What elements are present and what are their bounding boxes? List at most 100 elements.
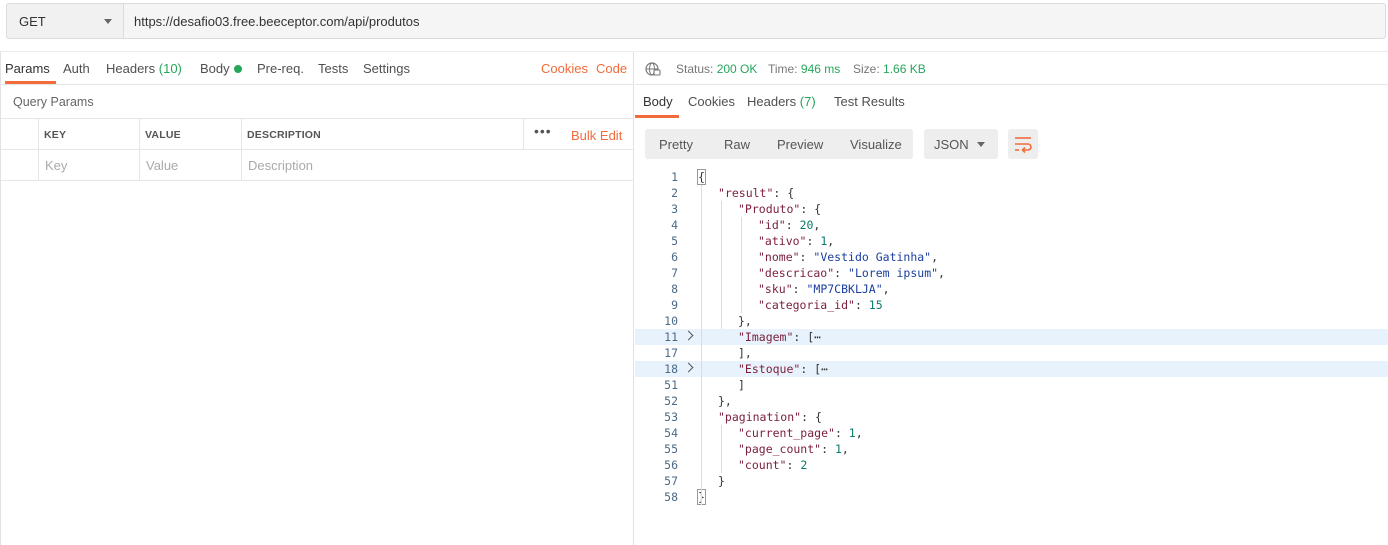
tab-params[interactable]: Params: [5, 61, 50, 76]
code-line: 4 "id": 20,: [635, 217, 1388, 233]
tab-response-body[interactable]: Body: [643, 94, 673, 109]
code-punctuation: ,: [931, 250, 939, 264]
json-key: "page_count": [738, 442, 822, 456]
wrap-lines-button[interactable]: [1008, 129, 1038, 159]
code-punctuation: :: [806, 234, 821, 248]
url-input[interactable]: https://desafio03.free.beeceptor.com/api…: [123, 3, 1386, 39]
json-key: "Produto": [738, 202, 801, 216]
code-punctuation: :: [834, 266, 849, 280]
request-pane: Params Auth Headers (10) Body Pre-req. T…: [0, 51, 634, 545]
code-punctuation: :: [821, 442, 835, 456]
json-string: "Lorem ipsum": [848, 266, 939, 280]
code-punctuation: : {: [773, 186, 795, 200]
code-line: 10},: [635, 313, 1388, 329]
body-indicator-dot: [233, 65, 242, 73]
tab-body[interactable]: Body: [200, 61, 242, 76]
json-number: 1: [848, 426, 856, 440]
json-number: 1: [834, 442, 842, 456]
line-number: 9: [671, 298, 678, 312]
view-pretty[interactable]: Pretty: [659, 137, 693, 152]
code-text: ]: [738, 377, 745, 393]
chevron-right-icon[interactable]: [683, 362, 694, 373]
column-description: DESCRIPTION: [241, 119, 523, 150]
code-line: 52},: [635, 393, 1388, 409]
line-number: 17: [664, 346, 678, 360]
code-line: 57}: [635, 473, 1388, 489]
view-mode-group: Pretty Raw Preview Visualize: [645, 129, 913, 159]
code-punctuation: :: [834, 426, 849, 440]
more-options-icon[interactable]: •••: [534, 123, 552, 139]
globe-icon[interactable]: [645, 61, 661, 77]
format-label: JSON: [934, 137, 969, 152]
line-number: 11: [664, 330, 678, 344]
line-number: 18: [664, 362, 678, 376]
chevron-down-icon: [977, 142, 985, 147]
line-number: 6: [671, 250, 678, 264]
wrap-lines-icon: [1015, 137, 1032, 154]
code-punctuation: ]: [738, 378, 745, 392]
response-pane: Status: 200 OK Time: 946 ms Size: 1.66 K…: [635, 51, 1388, 545]
code-link[interactable]: Code: [596, 61, 627, 76]
code-text: "result": {: [718, 185, 794, 201]
code-line: 1{: [635, 169, 1388, 185]
table-header-row: KEY VALUE DESCRIPTION ••• Bulk Edit: [1, 119, 634, 150]
tab-auth[interactable]: Auth: [63, 61, 90, 76]
line-number: 8: [671, 282, 678, 296]
json-string: "Vestido Gatinha": [813, 250, 932, 264]
json-key: "descricao": [758, 266, 835, 280]
code-line: 55 "page_count": 1,: [635, 441, 1388, 457]
code-line: 54 "current_page": 1,: [635, 425, 1388, 441]
tab-response-headers[interactable]: Headers (7): [747, 94, 816, 109]
code-line: 53 "pagination": {: [635, 409, 1388, 425]
code-punctuation: ,: [938, 266, 945, 280]
code-punctuation: :: [792, 282, 807, 296]
code-text: "ativo": 1,: [758, 233, 834, 249]
method-select[interactable]: GET: [6, 3, 123, 39]
json-key: "ativo": [758, 234, 807, 248]
code-text: "nome": "Vestido Gatinha",: [758, 249, 938, 265]
description-input[interactable]: Description: [241, 150, 634, 181]
key-input[interactable]: Key: [38, 150, 139, 181]
fold-ellipsis: ⋯: [814, 330, 822, 344]
view-raw[interactable]: Raw: [724, 137, 750, 152]
value-input[interactable]: Value: [139, 150, 241, 181]
bulk-edit-link[interactable]: Bulk Edit: [571, 128, 622, 143]
code-line: 17],: [635, 345, 1388, 361]
view-preview[interactable]: Preview: [777, 137, 823, 152]
code-line: 56 "count": 2: [635, 457, 1388, 473]
line-number: 53: [664, 410, 678, 424]
json-key: "categoria_id": [758, 298, 855, 312]
code-punctuation: },: [738, 314, 752, 328]
view-visualize[interactable]: Visualize: [850, 137, 902, 152]
tab-headers[interactable]: Headers (10): [106, 61, 182, 76]
json-key: "Estoque": [738, 362, 801, 376]
line-number: 7: [671, 266, 678, 280]
chevron-right-icon[interactable]: [683, 330, 694, 341]
format-select[interactable]: JSON: [924, 129, 998, 159]
request-tabs: Params Auth Headers (10) Body Pre-req. T…: [1, 52, 634, 85]
line-number: 51: [664, 378, 678, 392]
indent-guide: [721, 201, 722, 329]
line-number: 54: [664, 426, 678, 440]
code-punctuation: },: [718, 394, 732, 408]
tab-response-cookies[interactable]: Cookies: [688, 94, 735, 109]
column-value: VALUE: [139, 119, 241, 150]
active-tab-indicator: [635, 115, 679, 118]
code-line: 11 "Imagem": [⋯: [635, 329, 1388, 345]
code-punctuation: ,: [813, 218, 821, 232]
code-line: 3 "Produto": {: [635, 201, 1388, 217]
code-text: "pagination": {: [718, 409, 822, 425]
code-text: "descricao": "Lorem ipsum",: [758, 265, 945, 281]
line-number: 2: [671, 186, 678, 200]
indent-guide: [701, 185, 702, 505]
cookies-link[interactable]: Cookies: [541, 61, 588, 76]
tab-settings[interactable]: Settings: [363, 61, 410, 76]
table-actions: ••• Bulk Edit: [523, 119, 634, 150]
code-punctuation: }: [718, 474, 725, 488]
json-key: "pagination": [718, 410, 802, 424]
tab-tests[interactable]: Tests: [318, 61, 348, 76]
code-line: 7 "descricao": "Lorem ipsum",: [635, 265, 1388, 281]
tab-test-results[interactable]: Test Results: [834, 94, 905, 109]
table-row: Key Value Description: [1, 150, 634, 181]
tab-pre-request[interactable]: Pre-req.: [257, 61, 304, 76]
